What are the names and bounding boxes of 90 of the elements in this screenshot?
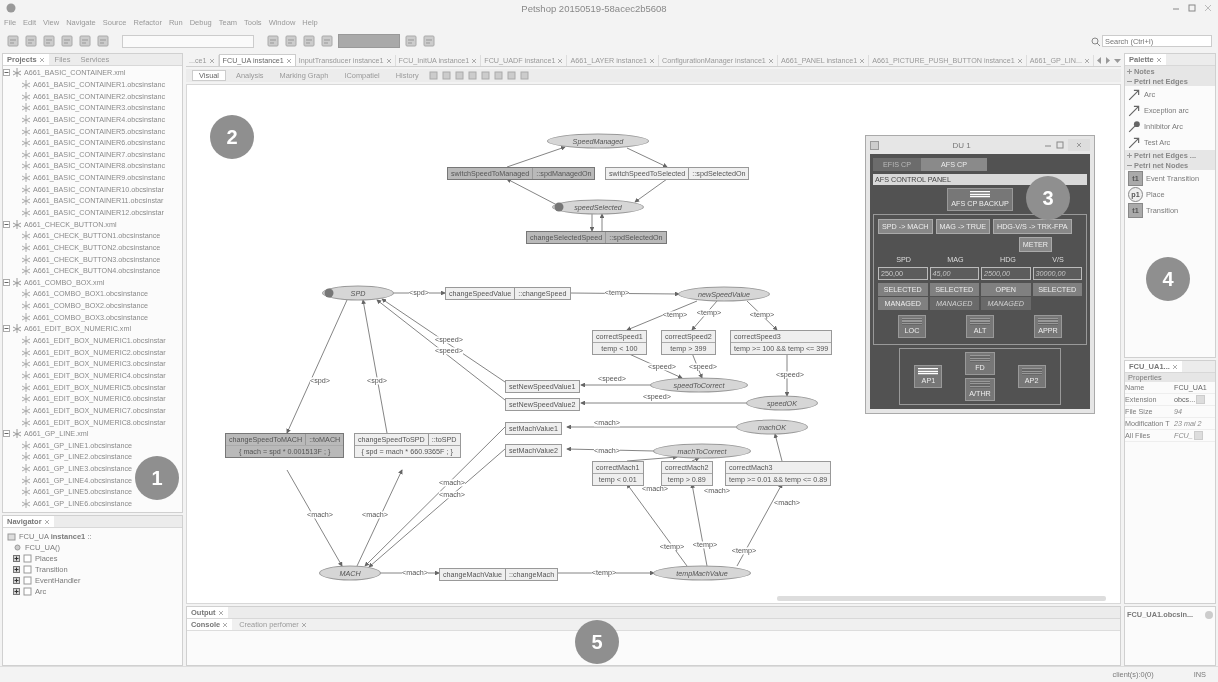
close-icon[interactable] [222,621,229,628]
instance-file-icon [21,370,31,380]
close-icon[interactable] [208,57,215,64]
instance-file-icon [21,196,31,206]
instance-file-icon [21,161,31,171]
app-icon [870,140,879,150]
instance-file-icon [21,336,31,346]
instance-file-icon [21,254,31,264]
instance-file-icon [21,184,31,194]
instance-file-icon [21,242,31,252]
instance-file-icon [21,475,31,485]
search-icon [1091,36,1100,46]
instance-file-icon [21,405,31,415]
instance-file-icon [21,208,31,217]
window-title: Petshop 20150519-58acec2b5608 [520,2,668,14]
close-icon[interactable] [471,57,478,64]
close-button[interactable] [1068,139,1090,151]
scroll-left-icon[interactable] [1096,57,1102,64]
expand-icon[interactable] [13,577,20,584]
collapse-icon[interactable] [3,220,10,228]
ellipsis-button[interactable] [1196,395,1206,404]
dropdown-icon[interactable] [1114,57,1121,64]
close-icon[interactable] [1171,363,1178,370]
method-icon [13,543,22,552]
instance-file-icon [21,312,31,322]
maximize-icon[interactable] [1056,141,1064,149]
close-icon[interactable] [385,57,392,64]
scrollbar[interactable] [777,596,1106,601]
instance-file-icon [21,487,31,497]
expand-icon[interactable] [13,566,20,573]
instance-file-icon [21,79,31,89]
close-icon[interactable] [557,57,564,64]
instance-file-icon [21,394,31,404]
close-icon[interactable] [859,57,866,64]
instance-file-icon [21,91,31,101]
expand-icon[interactable] [13,555,20,562]
maximize-icon[interactable] [1188,4,1196,12]
close-icon[interactable] [285,57,292,64]
window-title: DU 1 [951,140,972,150]
instance-file-icon [21,173,31,183]
instance-file-icon [21,359,31,369]
close-icon[interactable] [1076,142,1082,148]
close-icon[interactable] [1155,56,1162,63]
app-icon [6,3,16,13]
instance-file-icon [21,440,31,450]
close-icon[interactable] [767,57,774,64]
memory-meter[interactable] [338,34,400,48]
close-icon[interactable] [1016,57,1023,64]
collapse-icon[interactable] [3,430,10,438]
xml-file-icon [12,219,22,229]
collapse-icon[interactable] [3,69,10,77]
ellipsis-button[interactable] [1193,431,1203,440]
close-icon[interactable] [38,56,45,63]
close-icon[interactable] [649,57,655,64]
instance-file-icon [21,417,31,427]
indicator-icon [970,191,990,198]
xml-file-icon [12,324,22,334]
scroll-right-icon[interactable] [1105,57,1111,64]
xml-file-icon [12,429,22,439]
instance-file-icon [21,138,31,148]
close-icon[interactable] [1084,57,1091,64]
instance-file-icon [21,464,31,474]
instance-file-icon [21,452,31,462]
expand-icon[interactable] [13,588,20,595]
xml-file-icon [12,68,22,78]
instance-file-icon [21,499,31,508]
close-icon[interactable] [1204,4,1212,12]
close-icon[interactable] [217,609,224,616]
instance-file-icon [21,149,31,159]
instance-file-icon [21,382,31,392]
instance-file-icon [21,266,31,276]
status-dot [1205,610,1213,619]
instance-file-icon [21,347,31,357]
arrow-icon [1128,87,1141,101]
arrow-icon [1128,103,1141,117]
close-icon[interactable] [300,621,307,628]
close-icon[interactable] [43,518,50,525]
xml-file-icon [12,277,22,287]
configuration-dropdown[interactable] [122,34,254,48]
instance-file-icon [21,114,31,124]
collapse-icon[interactable] [3,325,10,333]
instance-file-icon [21,301,31,311]
inhibitor-arc-icon [1128,119,1141,133]
collapse-icon[interactable] [3,278,10,286]
instance-file-icon [21,126,31,136]
instance-file-icon [21,231,31,241]
arrow-icon [1128,135,1141,149]
class-icon [7,532,16,541]
instance-file-icon [21,103,31,113]
instance-file-icon [21,289,31,299]
